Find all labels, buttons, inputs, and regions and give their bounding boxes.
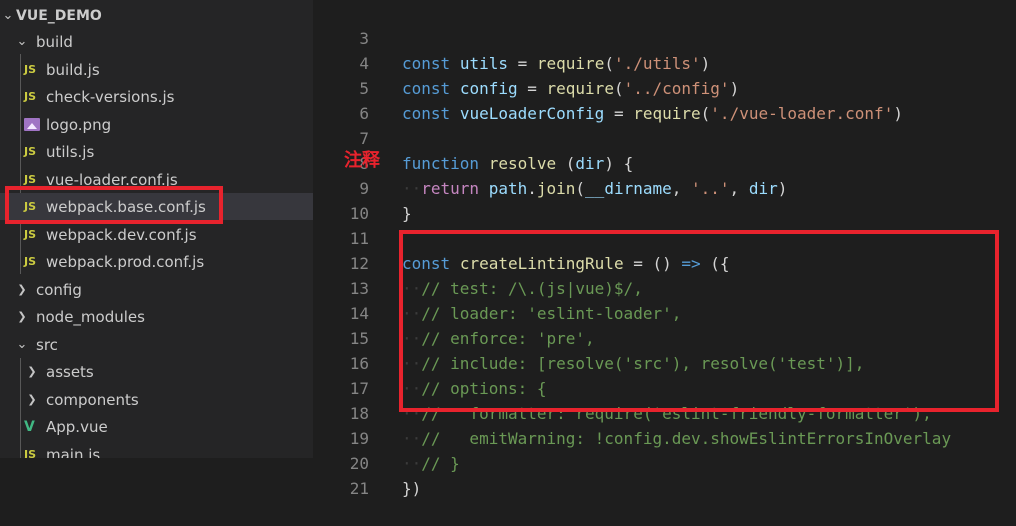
tree-folder-components[interactable]: ❯ components <box>0 386 313 413</box>
annotation-label: 注释 <box>344 150 380 171</box>
chevron-right-icon: ❯ <box>27 393 37 406</box>
vue-file-icon: V <box>24 418 35 435</box>
tree-folder-build[interactable]: ⌄ build <box>0 28 313 55</box>
tree-file-app-vue[interactable]: V App.vue <box>0 413 313 440</box>
code-line: 6 <box>313 76 1016 123</box>
chevron-right-icon: ❯ <box>17 310 27 323</box>
explorer-root-label: VUE_DEMO <box>16 7 102 24</box>
tree-item-label: config <box>36 280 82 299</box>
explorer-sidebar: ⌄ VUE_DEMO ⌄ build JS build.js JS check-… <box>0 0 313 458</box>
tree-folder-assets[interactable]: ❯ assets <box>0 358 313 385</box>
image-file-icon <box>24 118 40 131</box>
line-number: 21 <box>349 479 369 498</box>
javascript-file-icon: JS <box>24 255 37 268</box>
javascript-file-icon: JS <box>24 63 37 76</box>
tree-item-label: node_modules <box>36 307 145 326</box>
code-line: 8 ··return path.join(__dirname, '..', di… <box>313 126 1016 198</box>
code-line: 7 function resolve (dir) { <box>313 101 1016 173</box>
code-line: 20 }) <box>313 426 1016 498</box>
chevron-right-icon: ❯ <box>27 365 37 378</box>
highlight-box-selected-file <box>5 186 223 224</box>
tree-file-webpack-prod-conf[interactable]: JS webpack.prod.conf.js <box>0 248 313 275</box>
javascript-file-icon: JS <box>24 145 37 158</box>
tree-item-label: App.vue <box>46 417 108 436</box>
tree-item-label: webpack.prod.conf.js <box>46 252 205 271</box>
code-line: 11 const createLintingRule = () => ({ <box>313 201 1016 273</box>
chevron-down-icon: ⌄ <box>2 8 14 23</box>
tree-file-build-js[interactable]: JS build.js <box>0 56 313 83</box>
tree-file-webpack-dev-conf[interactable]: JS webpack.dev.conf.js <box>0 221 313 248</box>
tree-item-label: utils.js <box>46 142 95 161</box>
code-line: 10 <box>313 176 1016 223</box>
tree-item-label: check-versions.js <box>46 87 175 106</box>
code-line: 9 } <box>313 151 1016 223</box>
tree-file-check-versions[interactable]: JS check-versions.js <box>0 83 313 110</box>
chevron-right-icon: ❯ <box>17 283 27 296</box>
tree-folder-node-modules[interactable]: ❯ node_modules <box>0 303 313 330</box>
code-line: 21 <box>313 451 1016 498</box>
tree-item-label: components <box>46 390 139 409</box>
chevron-down-icon: ⌄ <box>16 337 28 352</box>
tree-item-label: src <box>36 335 58 354</box>
tree-folder-config[interactable]: ❯ config <box>0 276 313 303</box>
code-line: 4 const config = require('../config') <box>313 26 1016 98</box>
tree-item-label: webpack.dev.conf.js <box>46 225 197 244</box>
tree-item-label: build <box>36 32 73 51</box>
tree-file-main-js[interactable]: JS main.js <box>0 441 313 459</box>
tree-file-logo-png[interactable]: logo.png <box>0 111 313 138</box>
tree-item-label: build.js <box>46 60 100 79</box>
tree-folder-src[interactable]: ⌄ src <box>0 331 313 358</box>
tree-item-label: assets <box>46 362 94 381</box>
tree-item-label: logo.png <box>46 115 112 134</box>
explorer-root[interactable]: ⌄ VUE_DEMO <box>0 2 313 29</box>
tree-file-utils-js[interactable]: JS utils.js <box>0 138 313 165</box>
tree-item-label: main.js <box>46 445 101 459</box>
javascript-file-icon: JS <box>24 228 37 241</box>
code-line: 3 const utils = require('./utils') <box>313 1 1016 73</box>
highlight-box-commented-code <box>399 230 999 412</box>
chevron-down-icon: ⌄ <box>16 34 28 49</box>
javascript-file-icon: JS <box>24 448 37 458</box>
code-line: 5 const vueLoaderConfig = require('./vue… <box>313 51 1016 123</box>
javascript-file-icon: JS <box>24 173 37 186</box>
javascript-file-icon: JS <box>24 90 37 103</box>
